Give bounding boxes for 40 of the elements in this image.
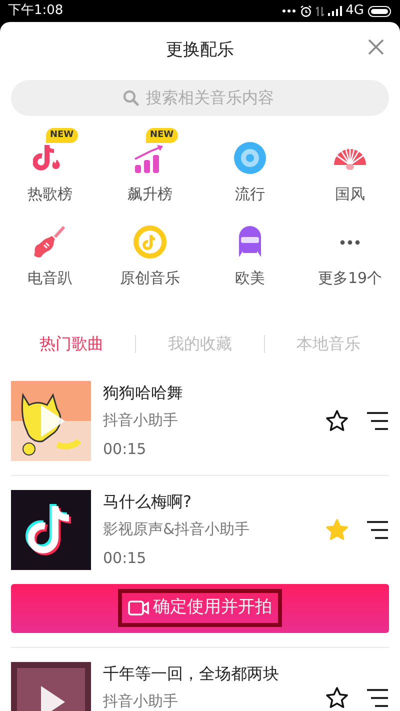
song-title: 千年等一回，全场都两块 bbox=[103, 662, 280, 684]
note-circle-icon bbox=[133, 225, 167, 259]
search-field[interactable]: 搜索相关音乐内容 bbox=[11, 80, 389, 116]
song-artist: 影视原声&抖音小助手 bbox=[103, 518, 251, 540]
category-item[interactable]: 流行 bbox=[227, 140, 273, 206]
list-menu-icon[interactable] bbox=[365, 520, 389, 540]
signal-icon bbox=[328, 6, 342, 16]
song-artist: 抖音小助手 bbox=[103, 410, 179, 430]
star-icon[interactable] bbox=[325, 686, 349, 710]
list-menu-icon[interactable] bbox=[365, 410, 389, 430]
sheet-title: 更换配乐 bbox=[166, 39, 234, 62]
song-title: 马什么梅啊? bbox=[103, 490, 192, 512]
song-artist: 抖音小助手 bbox=[103, 690, 179, 711]
confirm-button[interactable]: 确定使用并开拍 bbox=[11, 584, 389, 632]
more-dots-icon bbox=[340, 240, 360, 244]
star-icon[interactable] bbox=[325, 518, 349, 542]
new-badge: NEW bbox=[146, 128, 178, 143]
status-time: 下午1:08 bbox=[8, 2, 64, 20]
alarm-icon bbox=[300, 5, 312, 17]
category-item[interactable]: 欧美 bbox=[227, 224, 273, 290]
search-icon bbox=[123, 90, 139, 106]
category-item[interactable]: 原创音乐 bbox=[114, 224, 186, 290]
camera-icon bbox=[128, 600, 150, 616]
disc-icon bbox=[233, 140, 267, 174]
list-menu-icon[interactable] bbox=[365, 688, 389, 708]
category-item[interactable]: 更多19个 bbox=[312, 224, 388, 290]
network-type: 4G bbox=[346, 2, 364, 20]
data-arrows-icon bbox=[316, 6, 324, 16]
star-icon[interactable] bbox=[325, 408, 349, 432]
close-icon bbox=[368, 38, 384, 55]
more-dots-icon bbox=[282, 9, 296, 13]
category-item[interactable]: 电音趴 bbox=[22, 224, 78, 290]
song-title: 狗狗哈哈舞 bbox=[103, 382, 184, 404]
category-item[interactable]: 国风 bbox=[327, 140, 373, 206]
guitar-icon bbox=[33, 225, 67, 259]
song-duration: 00:15 bbox=[103, 548, 148, 569]
new-badge: NEW bbox=[46, 128, 78, 143]
tab[interactable]: 热门歌曲 bbox=[8, 330, 136, 356]
song-duration: 00:15 bbox=[103, 439, 148, 460]
battery-icon bbox=[368, 6, 392, 16]
